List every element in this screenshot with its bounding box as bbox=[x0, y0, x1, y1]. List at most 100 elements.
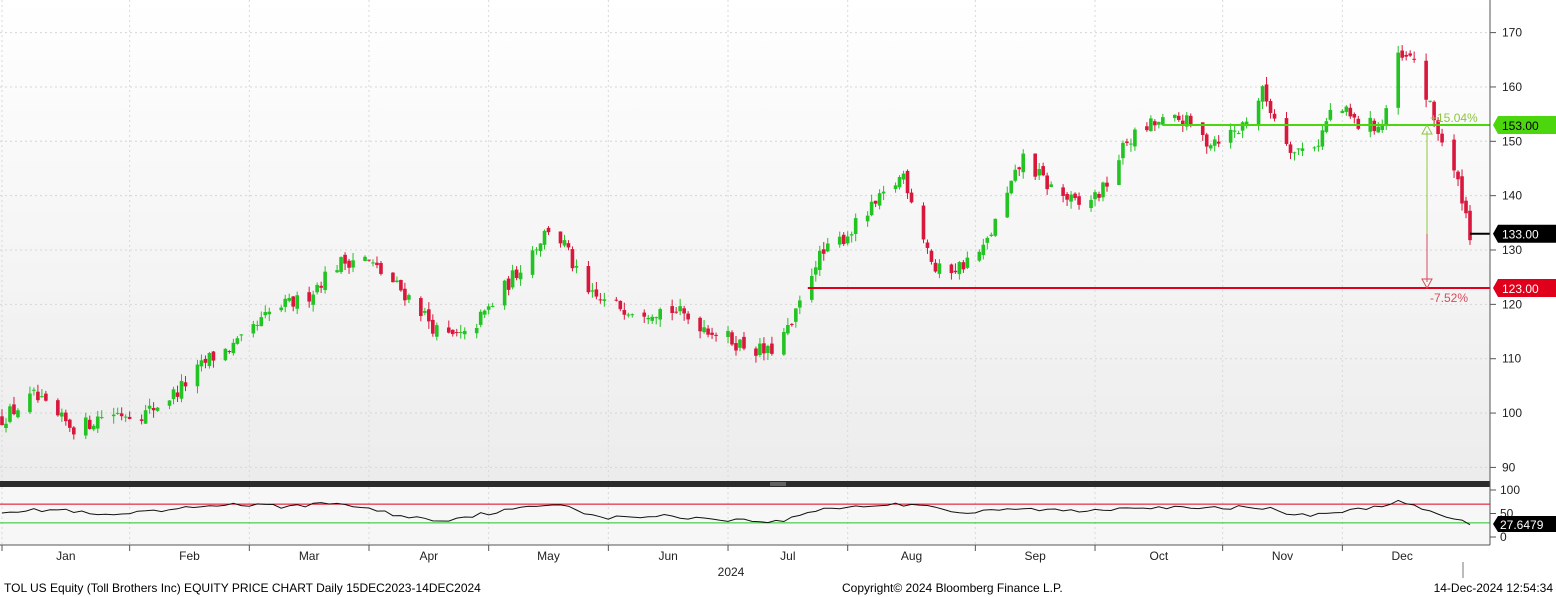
candle-body-up bbox=[1173, 114, 1177, 119]
price-tick-label: 140 bbox=[1502, 189, 1522, 203]
candle-body-up bbox=[482, 310, 487, 315]
candle-body-up bbox=[83, 417, 88, 436]
candle-body-down bbox=[347, 260, 351, 268]
candle-body-down bbox=[1408, 53, 1412, 56]
candle-body-down bbox=[742, 336, 746, 349]
candle-body-down bbox=[506, 278, 511, 290]
candle-body-up bbox=[1228, 129, 1233, 143]
candle-body-down bbox=[227, 351, 232, 353]
rsi-panel-background bbox=[0, 487, 1490, 545]
candle-body-up bbox=[8, 406, 12, 422]
candle-body-up bbox=[1396, 52, 1400, 108]
candle-body-down bbox=[1412, 58, 1416, 60]
candle-body-down bbox=[119, 413, 124, 417]
candle-body-down bbox=[905, 170, 910, 194]
candle-body-down bbox=[446, 327, 451, 333]
month-tick-label: Jun bbox=[659, 549, 678, 563]
month-tick-label: Nov bbox=[1272, 549, 1293, 563]
upside-percent-label: +15.04% bbox=[1430, 111, 1478, 125]
candle-body-down bbox=[319, 285, 323, 288]
candle-body-up bbox=[231, 342, 236, 354]
candle-body-up bbox=[462, 330, 467, 335]
candle-body-down bbox=[1268, 101, 1273, 114]
candle-body-up bbox=[1316, 145, 1321, 147]
candle-body-down bbox=[929, 250, 934, 262]
candle-body-down bbox=[762, 343, 766, 354]
candle-body-down bbox=[682, 308, 686, 314]
candle-body-up bbox=[1149, 118, 1153, 132]
candle-body-down bbox=[873, 200, 878, 204]
candle-body-down bbox=[1077, 196, 1081, 205]
candle-body-down bbox=[598, 299, 603, 301]
month-tick-label: Mar bbox=[299, 549, 320, 563]
candle-body-up bbox=[937, 263, 942, 274]
candle-body-down bbox=[841, 234, 846, 245]
price-tick-label: 130 bbox=[1502, 243, 1522, 257]
candle-body-down bbox=[710, 332, 714, 335]
candle-body-down bbox=[291, 296, 296, 307]
price-tick-label: 110 bbox=[1502, 352, 1521, 366]
candle-body-down bbox=[949, 264, 954, 274]
candle-body-up bbox=[40, 396, 44, 398]
candle-body-up bbox=[853, 218, 858, 234]
candle-body-up bbox=[502, 280, 507, 306]
candle-body-up bbox=[965, 257, 970, 268]
candle-body-up bbox=[171, 389, 176, 399]
price-axis-background bbox=[1490, 0, 1556, 545]
candle-body-up bbox=[1157, 121, 1161, 125]
candle-body-up bbox=[626, 314, 631, 316]
candle-body-down bbox=[175, 392, 180, 397]
candle-body-up bbox=[957, 262, 962, 275]
candle-body-down bbox=[403, 288, 407, 301]
candle-body-down bbox=[450, 329, 455, 335]
candle-body-down bbox=[790, 323, 794, 325]
candle-body-down bbox=[343, 254, 347, 264]
candle-body-up bbox=[423, 310, 427, 313]
candle-body-down bbox=[1284, 118, 1289, 144]
candle-body-up bbox=[478, 311, 483, 325]
candle-body-up bbox=[1240, 122, 1245, 131]
panel-separator[interactable] bbox=[0, 481, 1490, 487]
candle-body-up bbox=[1260, 86, 1265, 102]
candle-body-down bbox=[706, 328, 710, 335]
candle-body-up bbox=[654, 317, 659, 319]
candle-body-up bbox=[335, 270, 339, 273]
candle-body-up bbox=[602, 299, 607, 301]
candle-body-up bbox=[798, 300, 802, 308]
candle-body-up bbox=[1133, 129, 1137, 147]
candle-body-up bbox=[295, 295, 299, 309]
candle-body-down bbox=[642, 312, 647, 317]
candle-body-down bbox=[570, 249, 575, 269]
price-tick-label: 150 bbox=[1502, 134, 1522, 148]
candle-body-up bbox=[1300, 148, 1305, 151]
candle-body-up bbox=[534, 249, 539, 251]
candle-body-up bbox=[267, 311, 272, 315]
candle-body-up bbox=[287, 297, 292, 301]
month-tick-label: Jan bbox=[56, 549, 75, 563]
candle-body-up bbox=[1312, 147, 1317, 149]
candle-body-up bbox=[518, 272, 523, 280]
candle-body-down bbox=[307, 292, 311, 302]
candle-body-up bbox=[738, 339, 742, 348]
candle-body-down bbox=[1464, 200, 1468, 214]
candle-body-up bbox=[435, 325, 439, 337]
candle-body-down bbox=[431, 319, 435, 334]
candle-body-down bbox=[127, 416, 132, 419]
rsi-value-label: 27.6479 bbox=[1500, 518, 1544, 532]
candle-body-up bbox=[1101, 182, 1105, 198]
candle-body-up bbox=[646, 317, 651, 320]
candle-body-down bbox=[674, 311, 678, 313]
candle-body-up bbox=[1428, 100, 1432, 102]
candle-body-up bbox=[28, 393, 32, 413]
candle-body-up bbox=[199, 360, 204, 367]
candle-body-up bbox=[985, 237, 990, 243]
candle-body-down bbox=[909, 192, 914, 203]
candle-body-down bbox=[419, 298, 423, 317]
month-tick-label: Jul bbox=[780, 549, 795, 563]
candle-body-up bbox=[758, 343, 762, 355]
candle-body-up bbox=[881, 191, 886, 194]
candle-body-up bbox=[817, 250, 822, 271]
candle-body-down bbox=[1041, 166, 1045, 176]
candle-body-up bbox=[1037, 168, 1041, 176]
candle-body-up bbox=[1089, 199, 1093, 209]
